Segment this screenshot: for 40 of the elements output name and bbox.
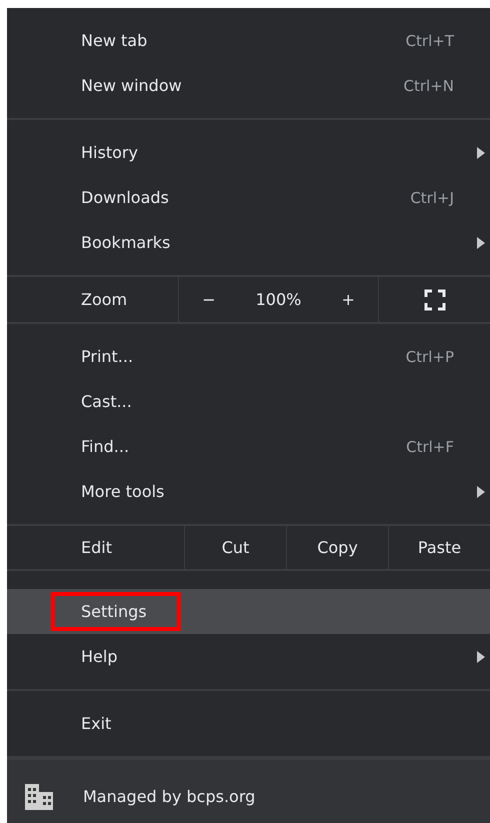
menu-item[interactable]: Downloads Ctrl+J	[7, 175, 490, 220]
item-label: New window	[81, 76, 182, 95]
edit-button[interactable]: Copy	[287, 526, 389, 569]
fullscreen-icon[interactable]	[424, 288, 446, 310]
item-label: More tools	[81, 482, 164, 501]
item-label: Print...	[81, 347, 134, 366]
menu-item[interactable]: Bookmarks	[7, 220, 490, 265]
zoom-in-button[interactable]: +	[336, 286, 361, 313]
edit-button[interactable]: Cut	[185, 526, 287, 569]
menu-item[interactable]: Exit	[7, 701, 490, 746]
shortcut-text: Ctrl+T	[406, 32, 454, 50]
zoom-value: 100%	[256, 290, 302, 309]
item-label: Cast...	[81, 392, 132, 411]
shortcut-text: Ctrl+J	[410, 188, 454, 206]
item-label: Downloads	[81, 188, 169, 207]
item-label: Find...	[81, 437, 130, 456]
item-label: New tab	[81, 31, 148, 50]
menu-item[interactable]: Cast...	[7, 379, 490, 424]
highlighted-label: Settings	[51, 592, 181, 631]
shortcut-text: Ctrl+N	[404, 76, 454, 94]
zoom-label: Zoom	[81, 290, 128, 309]
menu-item[interactable]: Help	[7, 634, 490, 679]
edit-label: Edit	[81, 538, 112, 557]
item-label: Help	[81, 647, 118, 666]
menu-item[interactable]: Print... Ctrl+P	[7, 334, 490, 379]
item-label: Exit	[81, 714, 112, 733]
zoom-out-button[interactable]: −	[196, 286, 222, 313]
menu-item[interactable]: More tools	[7, 469, 490, 514]
item-label: Bookmarks	[81, 233, 170, 252]
shortcut-text: Ctrl+F	[406, 438, 454, 456]
shortcut-text: Ctrl+P	[406, 348, 454, 366]
menu-item[interactable]: New window Ctrl+N	[7, 63, 490, 108]
building-icon	[24, 782, 54, 810]
edit-button[interactable]: Paste	[389, 526, 490, 569]
menu-item[interactable]: History	[7, 130, 490, 175]
menu-item[interactable]: New tab Ctrl+T	[7, 18, 490, 63]
menu-item[interactable]: Settings	[7, 589, 490, 634]
managed-by-text: Managed by bcps.org	[83, 787, 256, 806]
item-label: History	[81, 143, 138, 162]
menu-item[interactable]: Find... Ctrl+F	[7, 424, 490, 469]
